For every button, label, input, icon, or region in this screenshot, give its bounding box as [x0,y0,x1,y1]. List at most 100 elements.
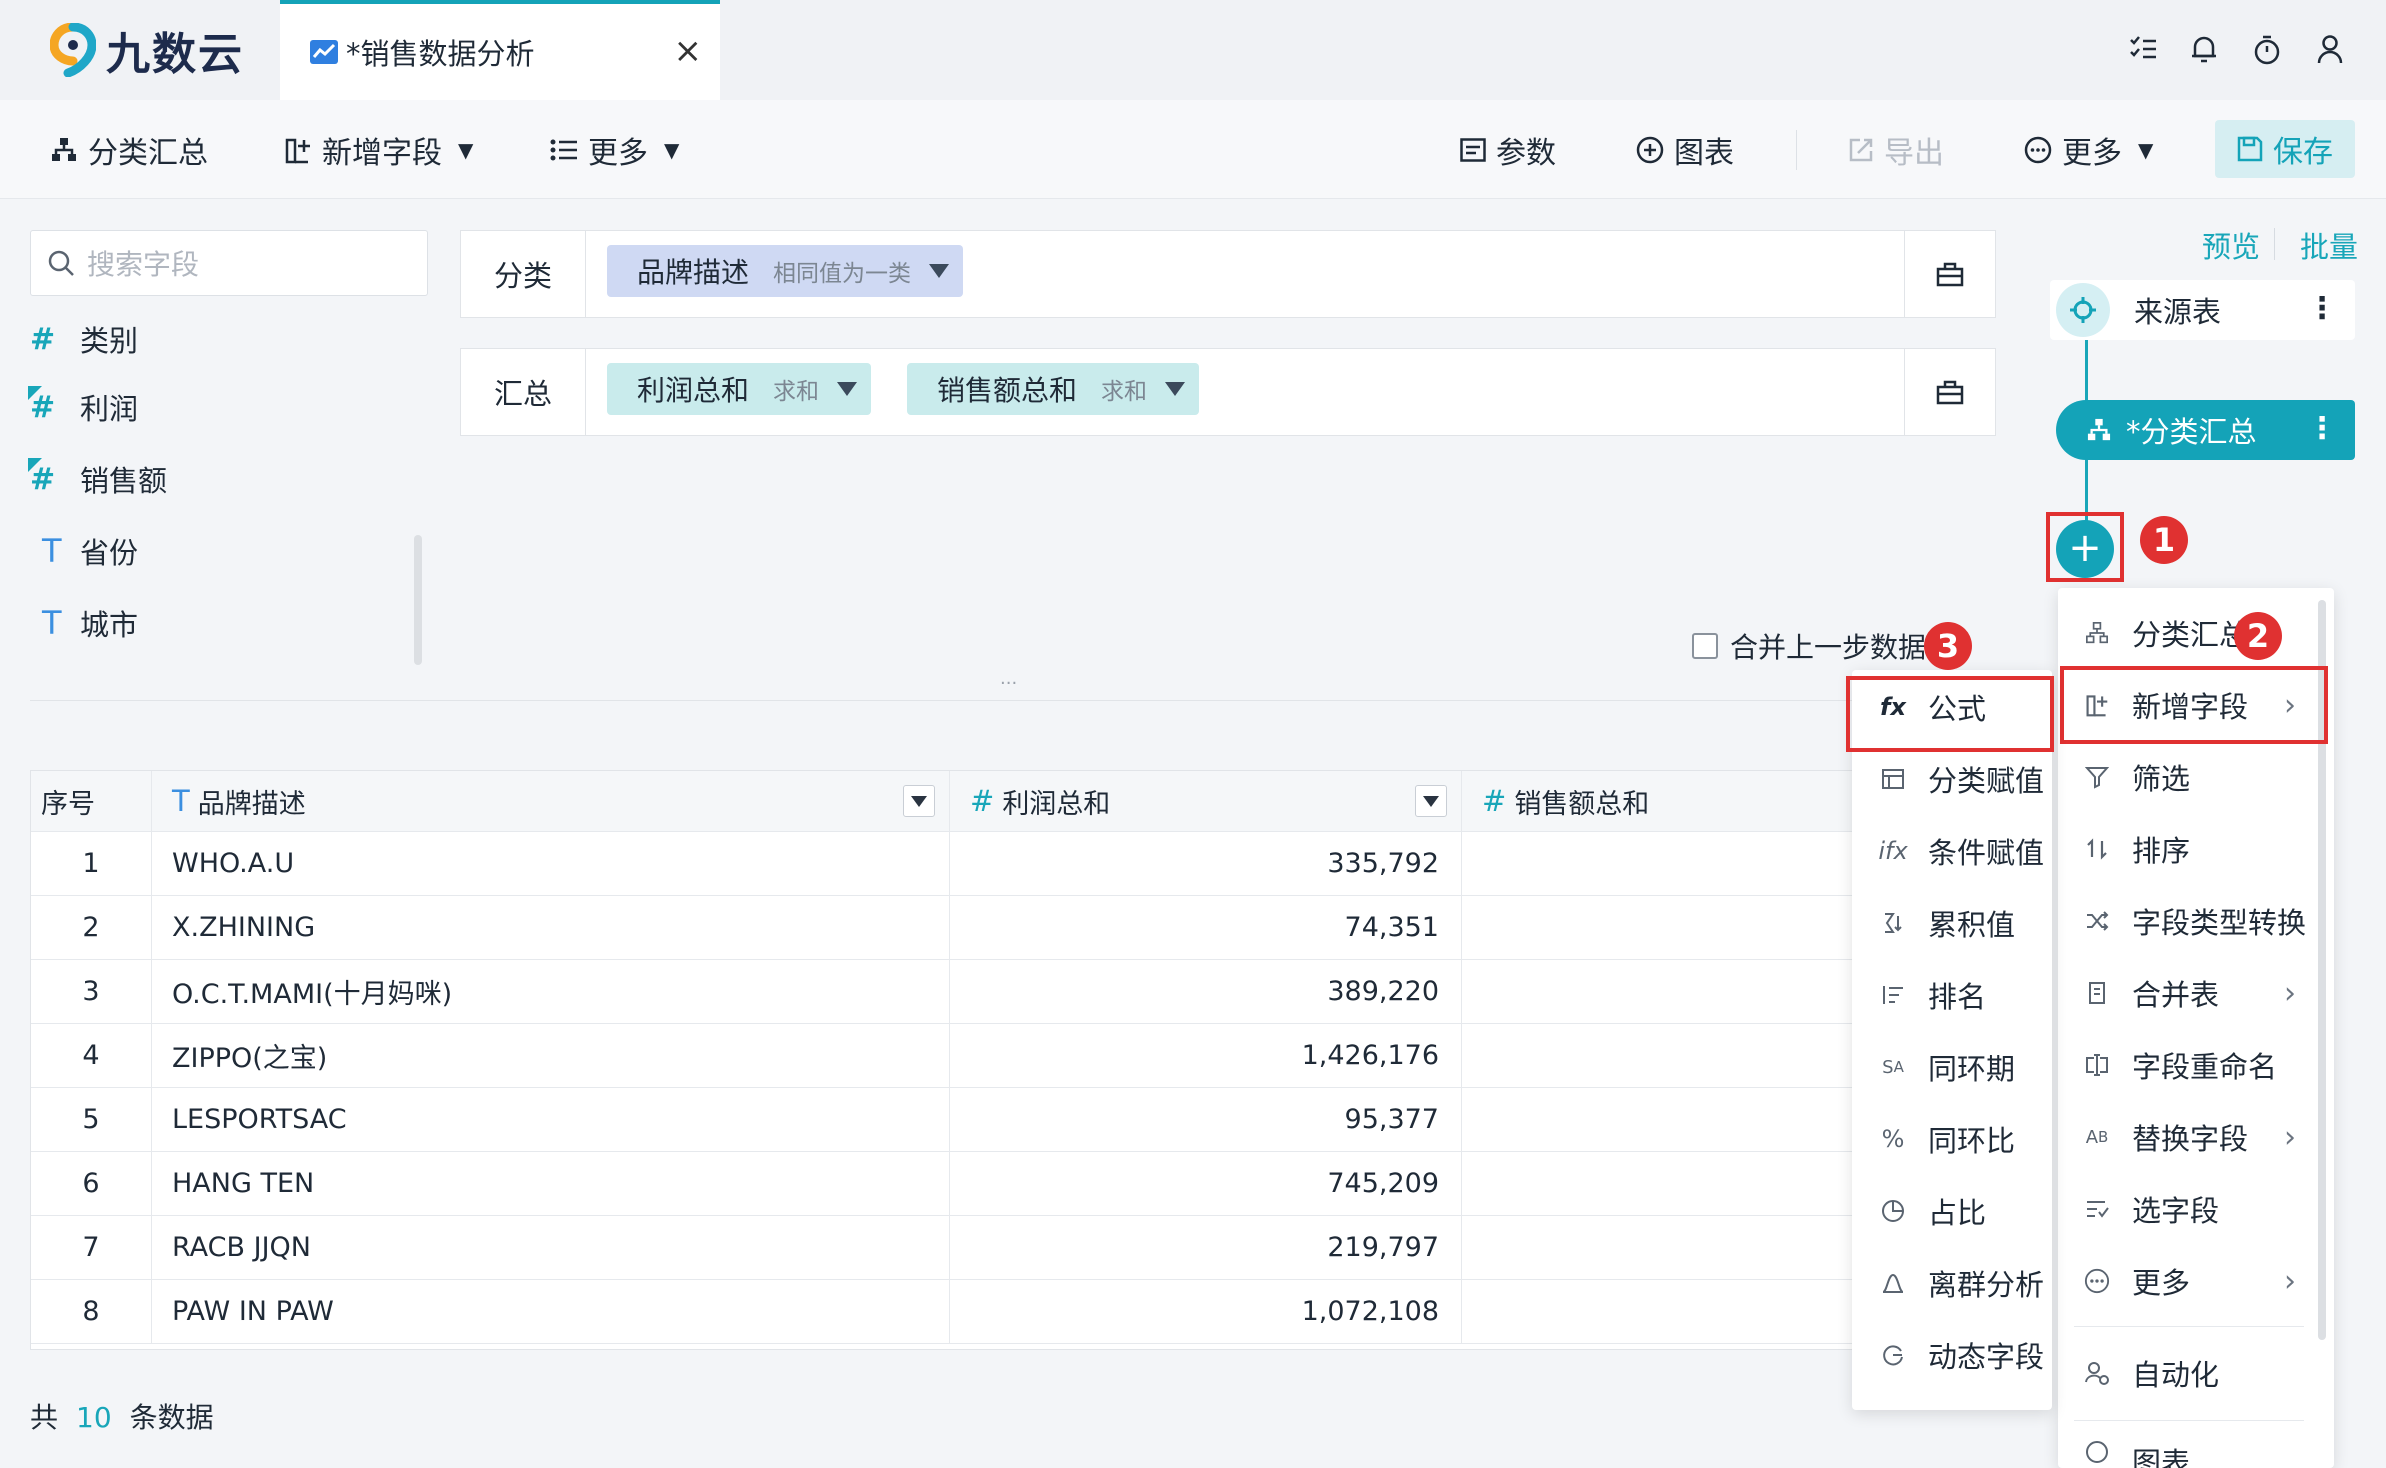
menu-item-select-field[interactable]: 选字段 [2058,1188,2219,1230]
summary-chip-sales[interactable]: 销售额总和 求和 [907,363,1200,415]
number-field-icon: # [1482,784,1507,818]
caret-down-icon[interactable] [837,382,858,396]
categorize-button[interactable]: 分类汇总 [50,128,208,172]
flow-node-categorize[interactable]: *分类汇总 ⋮ [2056,400,2355,460]
header-brand[interactable]: T 品牌描述 [152,771,950,831]
menu-item-rename[interactable]: 字段重命名 [2058,1044,2277,1086]
header-label: 品牌描述 [197,788,306,820]
kebab-menu-icon[interactable]: ⋮ [2307,294,2337,324]
batch-link[interactable]: 批量 [2300,224,2358,266]
table-row[interactable]: 4ZIPPO(之宝)1,426,17615, [31,1023,1995,1088]
table-row[interactable]: 1WHO.A.U335,7922, [31,831,1995,896]
menu-item-replace-field[interactable]: AB 替换字段 › [2058,1116,2296,1158]
app-logo[interactable]: 九数云 [50,18,244,82]
cell-index: 8 [31,1279,152,1343]
submenu-item-period[interactable]: S A 同环期 [1852,1046,2015,1088]
submenu-item-share[interactable]: 占比 [1852,1190,1986,1232]
submenu-item-category-assign[interactable]: 分类赋值 [1852,758,2044,800]
text-field-icon: T [42,604,62,642]
field-item[interactable]: # 销售额 [28,457,168,500]
submenu-item-outlier[interactable]: 离群分析 [1852,1262,2044,1304]
table-row[interactable]: 2 X.ZHINING 74,351 [31,895,1995,960]
chart-button[interactable]: 图表 [1636,128,1734,172]
field-item[interactable]: # 利润 [28,385,138,428]
caret-down-icon[interactable] [929,264,950,278]
submenu-item-rank[interactable]: 排名 [1852,974,1986,1016]
field-item[interactable]: # 类别 [30,318,138,360]
params-icon [1460,138,1486,162]
summary-chip-profit[interactable]: 利润总和 求和 [607,363,872,415]
params-button[interactable]: 参数 [1460,128,1556,172]
replace-icon: AB [2085,1126,2109,1148]
add-step-button[interactable]: + [2056,520,2114,578]
field-label: 销售额 [80,464,168,498]
table-row[interactable]: 7RACB JJQN219,7971, [31,1215,1995,1280]
chevron-right-icon: › [2284,1263,2296,1299]
menu-item-more[interactable]: 更多 › [2058,1260,2296,1302]
menu-item-chart[interactable]: 图表 [2058,1440,2190,1468]
record-count: 共 10 条数据 [30,1396,214,1436]
caret-down-icon[interactable] [1165,382,1186,396]
menu-item-label: 自动化 [2132,1358,2220,1392]
submenu-item-cumulative[interactable]: 累积值 [1852,902,2015,944]
menu-separator [2074,1420,2304,1421]
automation-icon [2074,1360,2120,1386]
timer-icon[interactable] [2252,34,2282,66]
sidebar-scrollbar[interactable] [414,535,422,665]
menu-item-filter[interactable]: 筛选 [2058,756,2190,798]
menu-item-categorize[interactable]: 分类汇总 [2058,612,2248,654]
params-label: 参数 [1496,136,1556,171]
menu-item-label: 选字段 [2132,1194,2220,1228]
kebab-menu-icon[interactable]: ⋮ [2307,414,2337,444]
search-input[interactable]: 搜索字段 [30,230,428,296]
table-row[interactable]: 3O.C.T.MAMI(十月妈咪)389,2203, [31,959,1995,1024]
cell-profit: 1,426,176 [950,1023,1462,1087]
menu-item-sort[interactable]: 排序 [2058,828,2190,870]
merge-label: 合并上一步数据 [1730,631,1927,664]
submenu-item-dynamic-field[interactable]: 动态字段 [1852,1334,2044,1376]
resize-handle[interactable]: ... [1000,668,1017,689]
table-row[interactable]: 5 LESPORTSAC 95,377 [31,1087,1995,1152]
highlight-add-field [2060,666,2328,744]
close-icon[interactable]: × [674,34,703,68]
categorize-label: 分类汇总 [88,136,208,171]
cell-brand: X.ZHINING [152,895,950,959]
save-button[interactable]: 保存 [2215,120,2355,178]
config-toggle-button[interactable] [1904,231,1995,317]
tab-sales-analysis[interactable]: *销售数据分析 × [280,0,720,100]
column-dropdown[interactable] [903,785,935,817]
export-label: 导出 [1884,136,1944,171]
flow-node-source[interactable]: 来源表 ⋮ [2050,280,2355,340]
table-row[interactable]: 6HANG TEN745,2097, [31,1151,1995,1216]
menu-item-type-convert[interactable]: 字段类型转换 [2058,900,2306,942]
more-left-button[interactable]: 更多 ▼ [550,128,679,172]
table-row[interactable]: 8PAW IN PAW1,072,10810, [31,1279,1995,1344]
export-button[interactable]: 导出 [1848,128,1944,172]
step-badge-3: 3 [1924,622,1972,670]
menu-item-merge-table[interactable]: 合并表 › [2058,972,2296,1014]
checkbox[interactable] [1692,633,1718,659]
dynamic-field-icon [1870,1343,1916,1367]
task-list-icon[interactable] [2128,34,2158,64]
add-field-button[interactable]: 新增字段 ▼ [284,128,473,172]
user-icon[interactable] [2316,34,2344,64]
header-label: 销售额总和 [1514,788,1650,820]
more-right-button[interactable]: 更多 ▼ [2024,128,2153,172]
column-dropdown[interactable] [1415,785,1447,817]
preview-link[interactable]: 预览 [2202,224,2260,266]
more-right-label: 更多 [2062,136,2122,171]
config-toggle-button[interactable] [1904,349,1995,435]
menu-item-automation[interactable]: 自动化 [2058,1352,2219,1394]
submenu-item-condition-assign[interactable]: ifx 条件赋值 [1852,830,2044,872]
toolbar: 分类汇总 新增字段 ▼ 更多 ▼ 参数 图表 导出 更多 ▼ 保存 [0,100,2386,199]
chip-agg: 求和 [1101,379,1148,405]
rank-icon [1870,984,1916,1006]
field-item[interactable]: T 城市 [30,602,138,644]
bell-icon[interactable] [2190,34,2218,64]
submenu-item-ratio[interactable]: % 同环比 [1852,1118,2015,1160]
merge-previous-checkbox[interactable]: 合并上一步数据 [1692,626,1926,666]
header-profit[interactable]: # 利润总和 [950,771,1462,831]
cell-brand: RACB JJQN [152,1215,950,1279]
category-chip[interactable]: 品牌描述 相同值为一类 [607,245,964,297]
field-item[interactable]: T 省份 [30,530,138,572]
